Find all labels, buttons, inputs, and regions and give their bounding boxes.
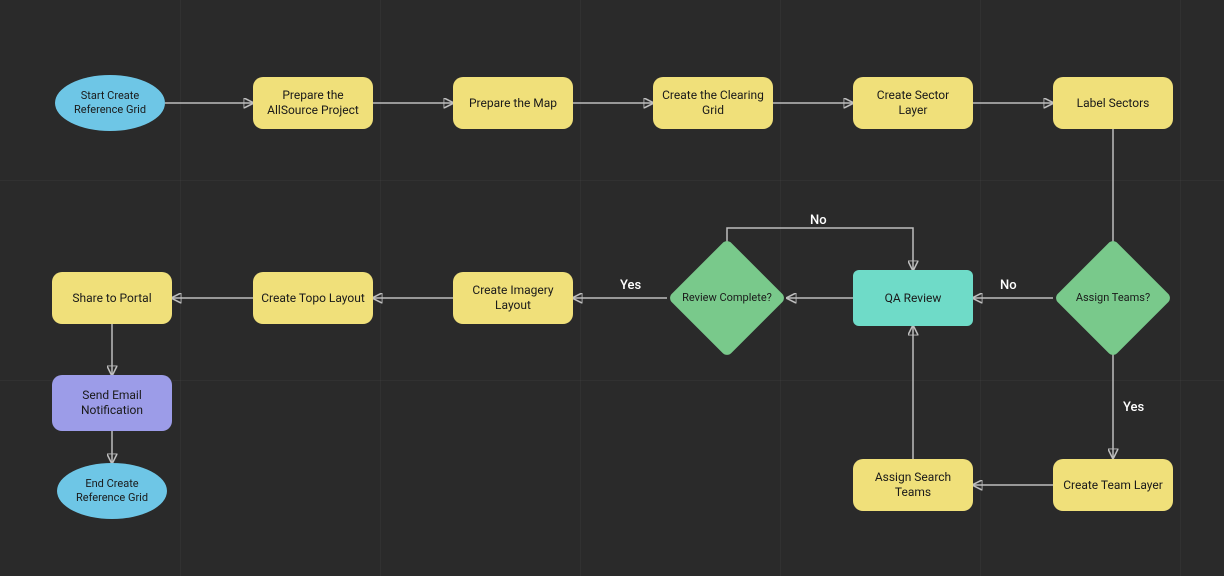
process-send-email[interactable]: Send Email Notification bbox=[52, 375, 172, 431]
process-label-sectors[interactable]: Label Sectors bbox=[1053, 77, 1173, 129]
node-label: Create Team Layer bbox=[1063, 478, 1163, 493]
node-label: Start Create Reference Grid bbox=[63, 89, 157, 117]
node-label: End Create Reference Grid bbox=[65, 477, 159, 505]
start-node[interactable]: Start Create Reference Grid bbox=[55, 75, 165, 131]
node-label: Prepare the AllSource Project bbox=[261, 88, 365, 118]
end-node[interactable]: End Create Reference Grid bbox=[57, 463, 167, 519]
process-prepare-allsource[interactable]: Prepare the AllSource Project bbox=[253, 77, 373, 129]
edge-label-review-no: No bbox=[810, 213, 827, 228]
edge-label-assign-yes: Yes bbox=[1123, 400, 1144, 415]
edge-label-assign-no: No bbox=[1000, 278, 1017, 293]
node-label: Prepare the Map bbox=[469, 96, 557, 111]
process-assign-search-teams[interactable]: Assign Search Teams bbox=[853, 459, 973, 511]
node-label: Share to Portal bbox=[72, 291, 151, 306]
node-label: Label Sectors bbox=[1077, 96, 1150, 111]
node-label: QA Review bbox=[885, 291, 942, 306]
node-label: Assign Search Teams bbox=[861, 470, 965, 500]
process-imagery-layout[interactable]: Create Imagery Layout bbox=[453, 272, 573, 324]
decision-assign-teams[interactable]: Assign Teams? bbox=[1053, 253, 1173, 343]
process-prepare-map[interactable]: Prepare the Map bbox=[453, 77, 573, 129]
edge-label-review-yes: Yes bbox=[620, 278, 641, 293]
process-share-portal[interactable]: Share to Portal bbox=[52, 272, 172, 324]
edges-layer bbox=[0, 0, 1224, 576]
process-clearing-grid[interactable]: Create the Clearing Grid bbox=[653, 77, 773, 129]
node-label: Assign Teams? bbox=[1076, 291, 1150, 305]
process-sector-layer[interactable]: Create Sector Layer bbox=[853, 77, 973, 129]
decision-review-complete[interactable]: Review Complete? bbox=[667, 253, 787, 343]
node-label: Create Sector Layer bbox=[861, 88, 965, 118]
process-team-layer[interactable]: Create Team Layer bbox=[1053, 459, 1173, 511]
node-label: Create Imagery Layout bbox=[461, 283, 565, 313]
node-label: Send Email Notification bbox=[60, 388, 164, 418]
node-label: Review Complete? bbox=[682, 291, 772, 305]
subprocess-qa-review[interactable]: QA Review bbox=[853, 270, 973, 326]
node-label: Create Topo Layout bbox=[261, 291, 365, 306]
process-topo-layout[interactable]: Create Topo Layout bbox=[253, 272, 373, 324]
node-label: Create the Clearing Grid bbox=[661, 88, 765, 118]
flowchart-canvas[interactable]: Start Create Reference Grid Prepare the … bbox=[0, 0, 1224, 576]
